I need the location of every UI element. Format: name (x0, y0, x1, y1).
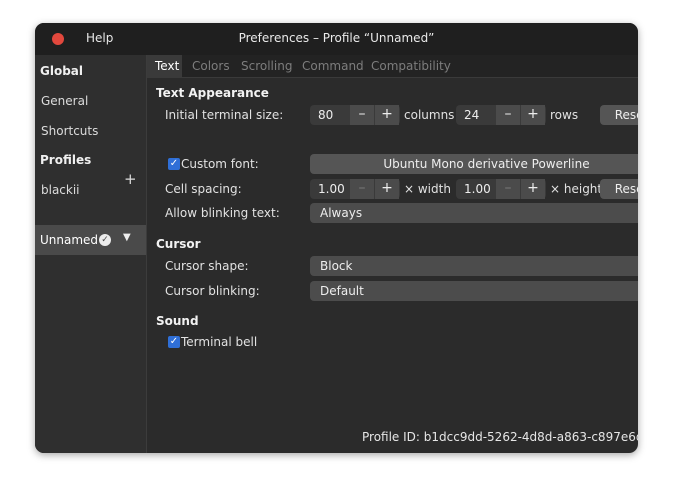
blink-text-dropdown[interactable]: Always ▲▼ (310, 203, 638, 223)
width-label: × width (404, 182, 451, 196)
tab-compatibility[interactable]: Compatibility (371, 59, 451, 73)
profile-id-value: b1dcc9dd-5262-4d8d-a863-c897e6d979b9 (423, 430, 638, 444)
tab-scrolling[interactable]: Scrolling (241, 59, 292, 73)
profile-id-label: Profile ID: (362, 430, 420, 444)
rows-increment-button[interactable]: + (521, 105, 545, 125)
terminal-bell-label: Terminal bell (181, 335, 258, 349)
initial-size-label: Initial terminal size: (165, 108, 284, 122)
text-appearance-header: Text Appearance (156, 86, 269, 100)
tab-colors[interactable]: Colors (192, 59, 230, 73)
text-settings-panel: Text Appearance Initial terminal size: 8… (147, 78, 638, 453)
cursor-blinking-label: Cursor blinking: (165, 284, 260, 298)
terminal-bell-checkbox[interactable]: ✓ (168, 336, 180, 348)
rows-decrement-button[interactable]: – (496, 105, 520, 125)
sidebar-item-shortcuts[interactable]: Shortcuts (41, 124, 98, 138)
columns-value: 80 (318, 108, 334, 122)
sidebar-item-general[interactable]: General (41, 94, 88, 108)
blink-text-value: Always (320, 206, 363, 220)
cell-width-spinbox[interactable]: 1.00 – + (310, 179, 400, 199)
tab-bar: Text Colors Scrolling Command Compatibil… (147, 55, 638, 78)
columns-spinbox[interactable]: 80 – + (310, 105, 400, 125)
cell-height-decrement-button[interactable]: – (496, 179, 520, 199)
sidebar: Global General Shortcuts Profiles + blac… (35, 55, 147, 453)
cell-width-decrement-button[interactable]: – (350, 179, 374, 199)
blink-text-label: Allow blinking text: (165, 206, 280, 220)
custom-font-checkbox[interactable]: ✓ (168, 158, 180, 170)
reset-size-button[interactable]: Reset (600, 105, 638, 125)
font-name: Ubuntu Mono derivative Powerline (383, 157, 590, 171)
cell-spacing-label: Cell spacing: (165, 182, 242, 196)
sidebar-item-label: Unnamed (40, 233, 99, 247)
cursor-blinking-dropdown[interactable]: Default ▲▼ (310, 281, 638, 301)
columns-increment-button[interactable]: + (375, 105, 399, 125)
add-profile-button[interactable]: + (124, 172, 137, 187)
rows-spinbox[interactable]: 24 – + (456, 105, 546, 125)
cell-height-spinbox[interactable]: 1.00 – + (456, 179, 546, 199)
sidebar-item-profile[interactable]: blackii (41, 183, 80, 197)
cursor-shape-dropdown[interactable]: Block ▲▼ (310, 256, 638, 276)
cursor-header: Cursor (156, 237, 201, 251)
tab-text[interactable]: Text (155, 59, 179, 73)
tab-command[interactable]: Command (302, 59, 364, 73)
titlebar: Help Preferences – Profile “Unnamed” (35, 23, 638, 55)
cell-width-increment-button[interactable]: + (375, 179, 399, 199)
rows-label: rows (550, 108, 579, 122)
cursor-shape-label: Cursor shape: (165, 259, 249, 273)
default-profile-check-icon: ✓ (99, 234, 111, 246)
cell-width-value: 1.00 (318, 182, 345, 196)
cursor-shape-value: Block (320, 259, 353, 273)
cell-height-value: 1.00 (464, 182, 491, 196)
height-label: × height (550, 182, 603, 196)
columns-label: columns (404, 108, 455, 122)
columns-decrement-button[interactable]: – (350, 105, 374, 125)
rows-value: 24 (464, 108, 480, 122)
cursor-blinking-value: Default (320, 284, 364, 298)
custom-font-label: Custom font: (181, 157, 259, 171)
preferences-window: Help Preferences – Profile “Unnamed” Glo… (35, 23, 638, 453)
cell-height-increment-button[interactable]: + (521, 179, 545, 199)
sidebar-item-profile-selected[interactable]: Unnamed ✓ ▼ (35, 225, 146, 255)
chevron-down-icon[interactable]: ▼ (123, 232, 131, 243)
sidebar-profiles-header: Profiles (40, 153, 92, 167)
font-chooser-button[interactable]: Ubuntu Mono derivative Powerline 16 (310, 154, 638, 174)
window-title: Preferences – Profile “Unnamed” (238, 31, 435, 45)
profile-id: Profile ID: b1dcc9dd-5262-4d8d-a863-c897… (362, 430, 638, 444)
reset-spacing-button[interactable]: Reset (600, 179, 638, 199)
sound-header: Sound (156, 314, 199, 328)
sidebar-global-header: Global (40, 64, 84, 78)
